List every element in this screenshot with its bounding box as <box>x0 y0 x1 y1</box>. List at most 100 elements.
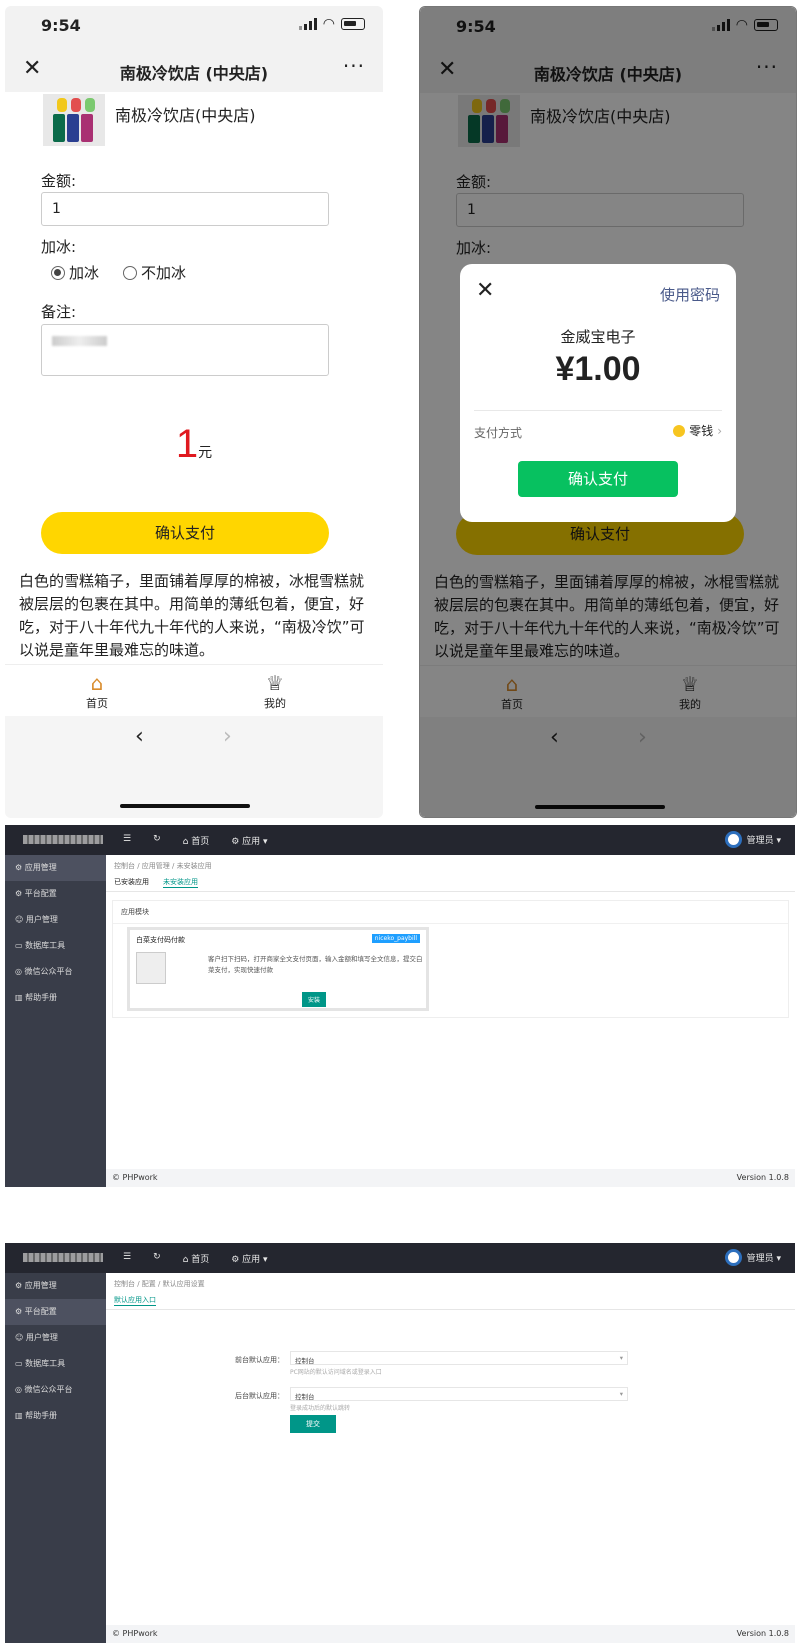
ice-radio-group: 加冰 不加冰 <box>5 262 383 282</box>
admin-main: 控制台 / 配置 / 默认应用设置 默认应用入口 前台默认应用： 控制台 PC网… <box>106 1273 795 1625</box>
coin-icon <box>673 424 686 437</box>
confirm-payment-button[interactable]: 确认支付 <box>518 461 678 497</box>
shop-description: 白色的雪糕箱子，里面铺着厚厚的棉被，冰棍雪糕就被层层的包裹在其中。用简单的薄纸包… <box>19 572 365 659</box>
close-icon[interactable]: ✕ <box>476 278 494 303</box>
radio-checked-icon <box>51 265 65 280</box>
panel-title: 应用模块 <box>113 901 788 924</box>
nav-bar: ✕ 南极冷饮店 (中央店) ··· <box>5 48 383 92</box>
confirm-pay-button[interactable]: 确认支付 <box>41 512 329 554</box>
price-display: 1元 <box>5 422 383 467</box>
tab-not-installed[interactable]: 未安装应用 <box>163 877 198 888</box>
more-icon[interactable]: ··· <box>343 54 365 78</box>
breadcrumb: 控制台 / 应用管理 / 未安装应用 <box>114 862 212 870</box>
sidebar-item-wechat[interactable]: ◎ 微信公众平台 <box>5 959 106 985</box>
sidebar-item-users[interactable]: ☺ 用户管理 <box>5 907 106 933</box>
ice-label: 加冰: <box>41 238 77 256</box>
app-card-title: 白菜支付码付款 <box>136 936 185 944</box>
tab-home[interactable]: ⌂ 首页 <box>67 671 127 711</box>
tab-bar: ⌂ 首页 ♕ 我的 <box>5 664 383 716</box>
shop-logo <box>43 94 105 146</box>
status-icons: ◠ <box>298 16 365 32</box>
payment-amount: ¥1.00 <box>555 350 641 388</box>
phone-order-screen: 9:54 ◠ ✕ 南极冷饮店 (中央店) ··· 南极冷饮店(中央店) 金额: … <box>5 6 383 818</box>
front-default-hint: PC网站的默认访问域名或登录入口 <box>290 1369 382 1376</box>
sidebar-item-users[interactable]: ☺ 用户管理 <box>5 1325 106 1351</box>
avatar <box>724 1249 742 1266</box>
nav-title: 南极冷饮店 (中央店) <box>119 64 269 83</box>
avatar <box>724 831 742 848</box>
payment-method-label: 支付方式 <box>474 426 523 440</box>
back-default-hint: 登录成功后的默认跳转 <box>290 1405 351 1412</box>
sidebar-item-platform[interactable]: ⚙ 平台配置 <box>5 1299 106 1325</box>
sidebar-item-help[interactable]: ▥ 帮助手册 <box>5 985 106 1011</box>
sidebar-item-apps[interactable]: ⚙ 应用管理 <box>5 855 106 881</box>
admin-default-app-settings: ☰ ↻ ⌂ 首页 ⚙ 应用 ▾ 管理员 ▾ ⚙ 应用管理 ⚙ 平台配置 ☺ 用户… <box>5 1243 795 1643</box>
divider <box>106 891 795 892</box>
payment-modal: ✕ 使用密码 金威宝电子 ¥1.00 支付方式 零钱 › 确认支付 <box>460 264 736 522</box>
sidebar-item-help[interactable]: ▥ 帮助手册 <box>5 1403 106 1429</box>
crown-icon: ♕ <box>266 671 284 695</box>
ice-radio-yes[interactable]: 加冰 <box>51 262 99 283</box>
sidebar-item-wechat[interactable]: ◎ 微信公众平台 <box>5 1377 106 1403</box>
settings-tabs: 默认应用入口 <box>114 1295 156 1306</box>
back-icon[interactable]: ‹ <box>135 724 144 749</box>
submit-button[interactable]: 提交 <box>290 1415 336 1433</box>
browser-toolbar: ‹ › <box>5 716 383 818</box>
payment-method-selector[interactable]: 零钱 › <box>673 422 722 439</box>
topbar-apps-menu[interactable]: ⚙ 应用 ▾ <box>231 834 267 847</box>
front-default-select[interactable]: 控制台 <box>290 1351 628 1365</box>
back-default-select[interactable]: 控制台 <box>290 1387 628 1401</box>
tab-installed[interactable]: 已安装应用 <box>114 877 149 888</box>
chevron-right-icon: › <box>717 423 722 438</box>
redacted-text <box>52 336 107 346</box>
user-menu[interactable]: 管理员 ▾ <box>724 831 781 848</box>
module-panel: 应用模块 白菜支付码付款 niceko_paybill 客户扫下扫码，打开商家全… <box>112 900 789 1018</box>
use-password-link[interactable]: 使用密码 <box>660 284 720 305</box>
install-button[interactable]: 安装 <box>302 992 327 1007</box>
price-unit: 元 <box>198 445 213 461</box>
amount-input[interactable]: 1 <box>41 192 329 226</box>
status-time: 9:54 <box>41 16 81 35</box>
topbar-home-link[interactable]: ⌂ 首页 <box>183 834 210 847</box>
admin-logo <box>23 1253 103 1262</box>
shop-name: 南极冷饮店(中央店) <box>115 106 256 125</box>
admin-topbar: ☰ ↻ ⌂ 首页 ⚙ 应用 ▾ 管理员 ▾ <box>5 825 795 855</box>
topbar-apps-menu[interactable]: ⚙ 应用 ▾ <box>231 1252 267 1265</box>
tab-default-entry[interactable]: 默认应用入口 <box>114 1295 156 1306</box>
front-default-label: 前台默认应用： <box>235 1356 284 1364</box>
topbar-nav: ☰ ↻ ⌂ 首页 ⚙ 应用 ▾ <box>123 834 268 847</box>
back-default-label: 后台默认应用： <box>235 1392 284 1400</box>
status-bar: 9:54 ◠ <box>5 6 383 48</box>
refresh-icon[interactable]: ↻ <box>153 834 161 847</box>
sidebar-item-database[interactable]: ▭ 数据库工具 <box>5 933 106 959</box>
tab-mine[interactable]: ♕ 我的 <box>245 671 305 711</box>
app-card-description: 客户扫下扫码，打开商家全文支付页面，输入金额和填写全文信息，提交白菜支付，实现快… <box>208 955 423 974</box>
note-textarea[interactable] <box>41 324 329 376</box>
app-card-tag: niceko_paybill <box>371 934 420 943</box>
app-tabs: 已安装应用 未安装应用 <box>114 877 198 888</box>
breadcrumb: 控制台 / 配置 / 默认应用设置 <box>114 1280 205 1288</box>
menu-toggle-icon[interactable]: ☰ <box>123 834 131 847</box>
admin-sidebar: ⚙ 应用管理 ⚙ 平台配置 ☺ 用户管理 ▭ 数据库工具 ◎ 微信公众平台 ▥ … <box>5 1273 106 1643</box>
admin-app-manager: ☰ ↻ ⌂ 首页 ⚙ 应用 ▾ 管理员 ▾ ⚙ 应用管理 ⚙ 平台配置 ☺ 用户… <box>5 825 795 1187</box>
user-menu[interactable]: 管理员 ▾ <box>724 1249 781 1266</box>
menu-toggle-icon[interactable]: ☰ <box>123 1252 131 1265</box>
forward-icon[interactable]: › <box>223 724 232 749</box>
amount-label: 金额: <box>41 172 77 190</box>
app-thumbnail <box>136 952 166 984</box>
topbar-home-link[interactable]: ⌂ 首页 <box>183 1252 210 1265</box>
admin-sidebar: ⚙ 应用管理 ⚙ 平台配置 ☺ 用户管理 ▭ 数据库工具 ◎ 微信公众平台 ▥ … <box>5 855 106 1187</box>
note-label: 备注: <box>41 303 77 321</box>
battery-icon <box>341 18 365 30</box>
price-value: 1 <box>175 422 199 466</box>
wifi-icon: ◠ <box>322 16 335 32</box>
sidebar-item-database[interactable]: ▭ 数据库工具 <box>5 1351 106 1377</box>
divider <box>106 1309 795 1310</box>
version: Version 1.0.8 <box>736 1173 789 1182</box>
refresh-icon[interactable]: ↻ <box>153 1252 161 1265</box>
admin-footer: © PHPwork Version 1.0.8 <box>106 1625 795 1643</box>
divider <box>474 410 722 411</box>
ice-radio-no[interactable]: 不加冰 <box>123 262 186 283</box>
sidebar-item-apps[interactable]: ⚙ 应用管理 <box>5 1273 106 1299</box>
sidebar-item-platform[interactable]: ⚙ 平台配置 <box>5 881 106 907</box>
